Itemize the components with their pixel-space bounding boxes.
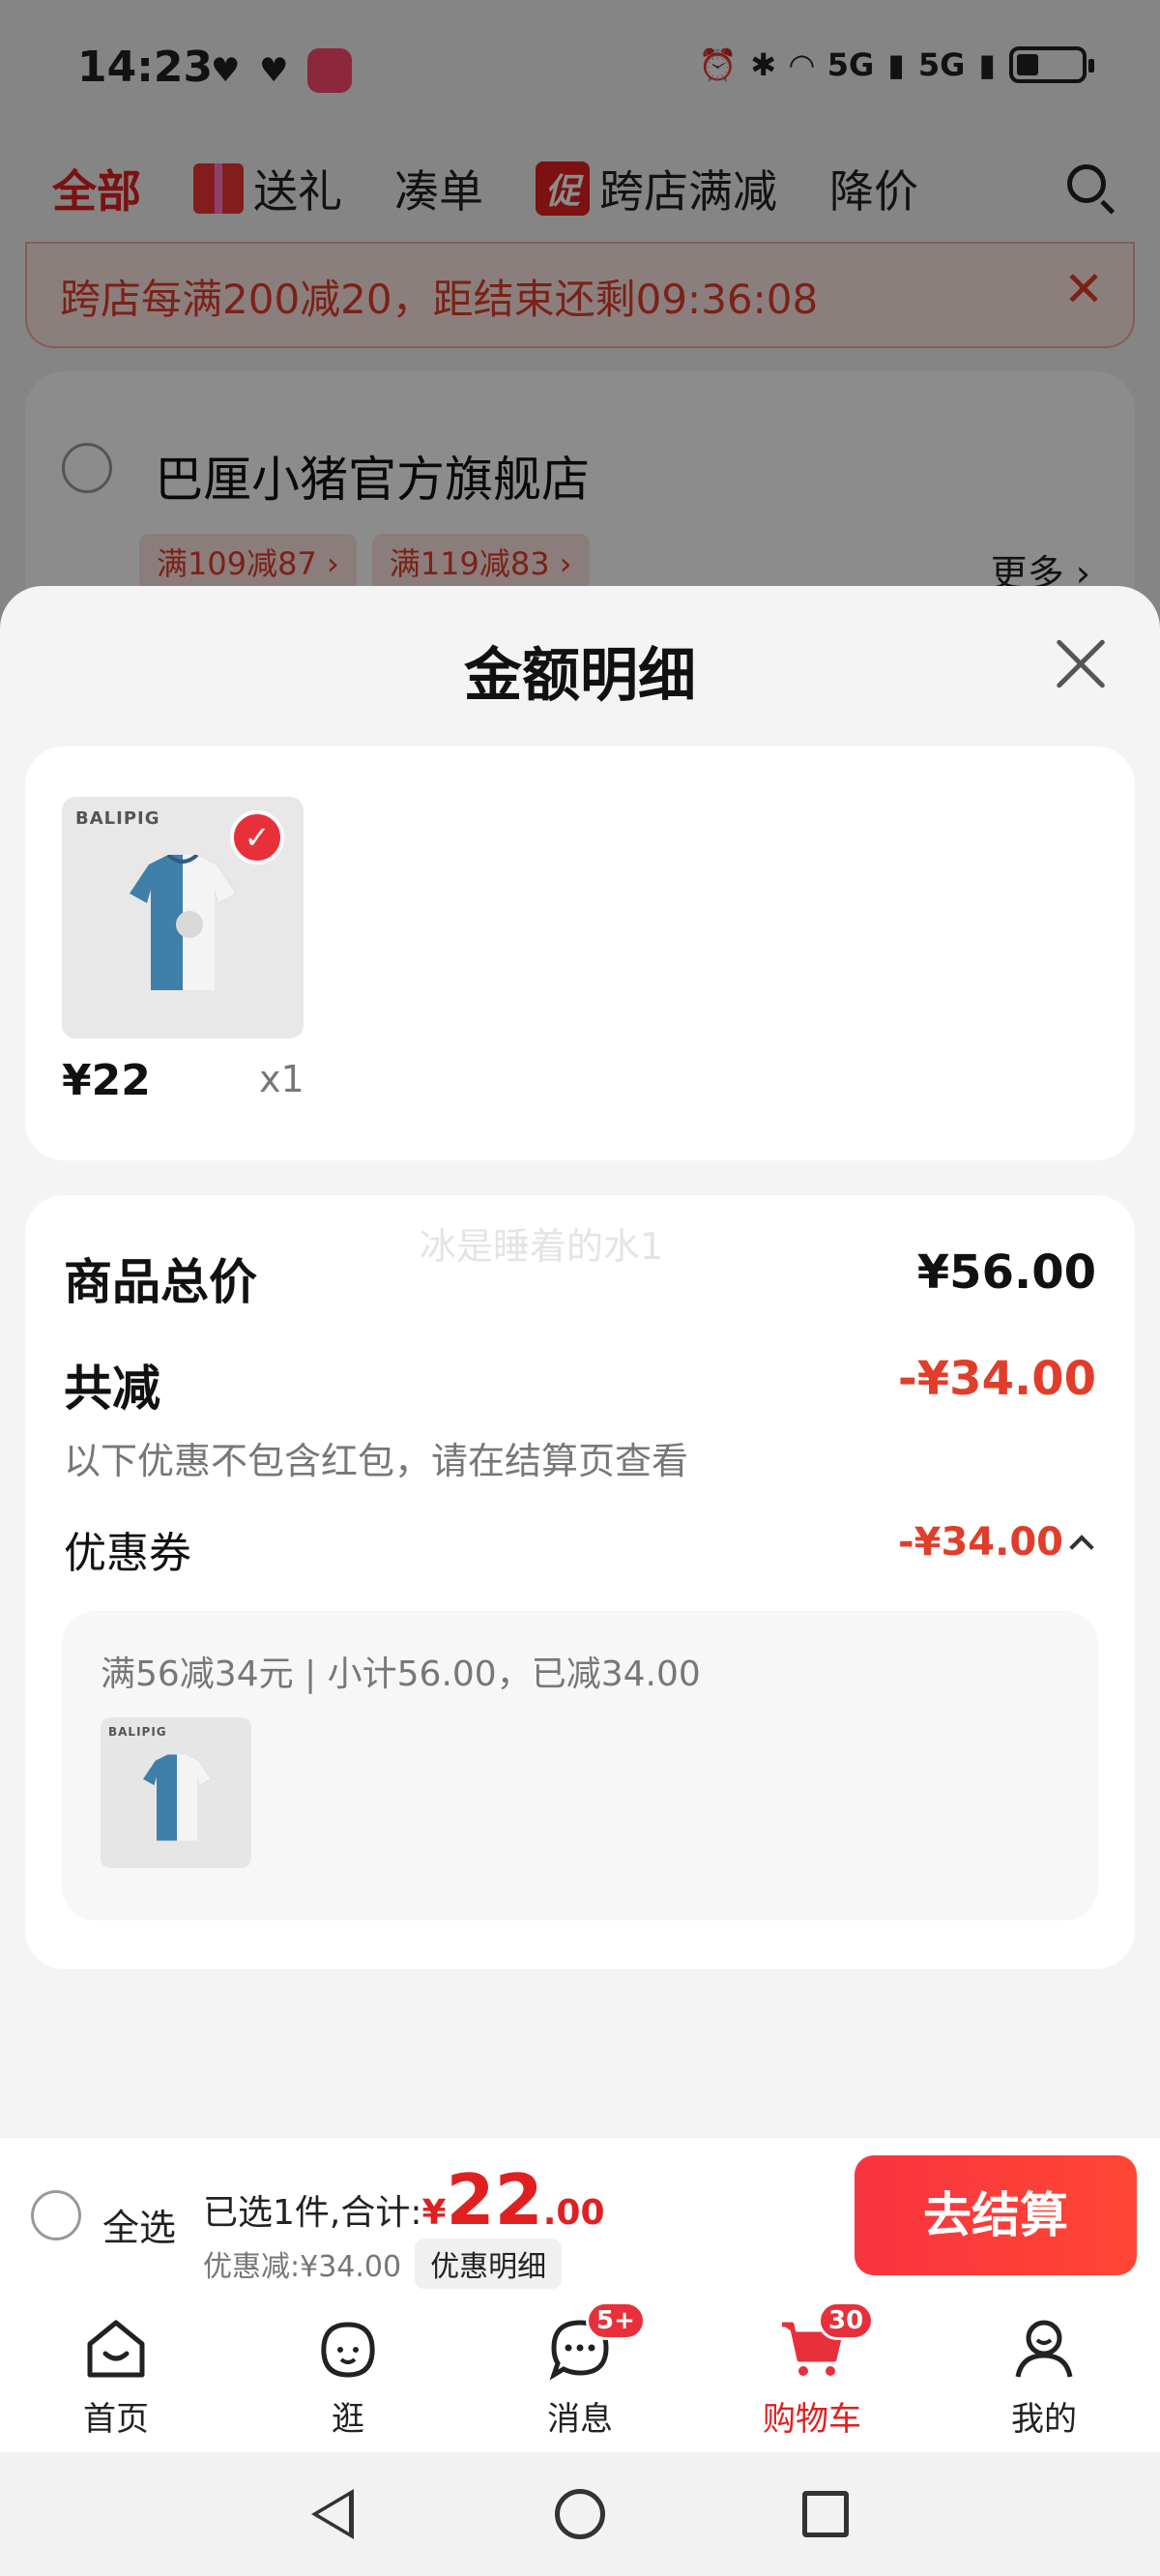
select-all-radio[interactable]	[31, 2190, 81, 2240]
checkout-bar: 全选 已选1件,合计: ¥ 22 .00 优惠减:¥34.00 优惠明细 去结算	[0, 2137, 1160, 2292]
tshirt-image	[143, 1754, 211, 1841]
coupon-toggle[interactable]: -¥34.00	[898, 1520, 1094, 1565]
summary-line: 已选1件,合计: ¥ 22 .00	[203, 2165, 605, 2235]
reduce-note: 以下优惠不包含红包，请在结算页查看	[64, 1440, 689, 1482]
chevron-up-icon	[1069, 1535, 1094, 1560]
total-value: ¥56.00	[916, 1245, 1096, 1300]
tab-profile[interactable]: 我的	[928, 2292, 1160, 2452]
tab-label: 消息	[547, 2400, 613, 2439]
checkmark-icon: ✓	[230, 810, 284, 864]
bottom-tab-bar: 首页 逛 5+ 消息 30 购物车 我的	[0, 2292, 1160, 2452]
home-circle-icon[interactable]	[555, 2489, 605, 2539]
amount-detail-sheet: 金额明细 BALIPIG ✓ ¥22 x1 冰是睡着的水1 商品总价 ¥56.0…	[0, 586, 1160, 2288]
brand-logo: BALIPIG	[108, 1725, 167, 1739]
profile-icon	[1015, 2320, 1073, 2378]
tab-label: 逛	[332, 2400, 364, 2439]
tab-label: 购物车	[763, 2400, 861, 2439]
checkout-button[interactable]: 去结算	[855, 2155, 1137, 2275]
tab-label: 我的	[1011, 2400, 1077, 2439]
watermark-text: 冰是睡着的水1	[420, 1225, 664, 1268]
home-icon	[87, 2320, 145, 2378]
selected-items-card: BALIPIG ✓ ¥22 x1	[25, 746, 1135, 1160]
total-label: 商品总价	[64, 1254, 257, 1310]
discount-text: 优惠减:¥34.00	[203, 2250, 402, 2284]
tab-browse[interactable]: 逛	[232, 2292, 464, 2452]
cart-badge: 30	[818, 2301, 875, 2340]
back-icon[interactable]	[311, 2489, 354, 2539]
close-icon[interactable]	[1052, 634, 1110, 692]
tab-label: 首页	[83, 2400, 149, 2439]
message-badge: 5+	[586, 2301, 646, 2340]
coupon-detail-box: 满56减34元 | 小计56.00，已减34.00 BALIPIG	[62, 1611, 1098, 1920]
select-all-label[interactable]: 全选	[102, 2198, 176, 2251]
reduce-value: -¥34.00	[897, 1352, 1096, 1406]
summary-prefix: 已选1件,合计:	[203, 2193, 422, 2233]
tab-cart[interactable]: 30 购物车	[696, 2292, 928, 2452]
product-price: ¥22	[62, 1056, 151, 1105]
tab-messages[interactable]: 5+ 消息	[464, 2292, 696, 2452]
price-symbol: ¥	[421, 2193, 447, 2233]
tab-home[interactable]: 首页	[0, 2292, 232, 2452]
price-integer: 22	[446, 2159, 543, 2240]
brand-logo: BALIPIG	[75, 808, 160, 829]
price-detail-card: 冰是睡着的水1 商品总价 ¥56.00 共减 -¥34.00 以下优惠不包含红包…	[25, 1195, 1135, 1969]
tshirt-image	[130, 855, 236, 990]
price-decimal: .00	[542, 2193, 605, 2233]
discount-detail-button[interactable]: 优惠明细	[415, 2239, 563, 2289]
coupon-description: 满56减34元 | 小计56.00，已减34.00	[101, 1654, 701, 1694]
coupon-label: 优惠券	[64, 1529, 191, 1578]
product-quantity: x1	[259, 1058, 304, 1100]
reduce-label: 共减	[64, 1361, 160, 1417]
coupon-value: -¥34.00	[898, 1520, 1063, 1565]
sheet-title: 金额明细	[464, 642, 696, 710]
browse-icon	[321, 2322, 375, 2378]
system-navigation-bar	[0, 2452, 1160, 2576]
recent-apps-icon[interactable]	[802, 2491, 849, 2537]
coupon-product-thumbnail: BALIPIG	[101, 1717, 251, 1868]
